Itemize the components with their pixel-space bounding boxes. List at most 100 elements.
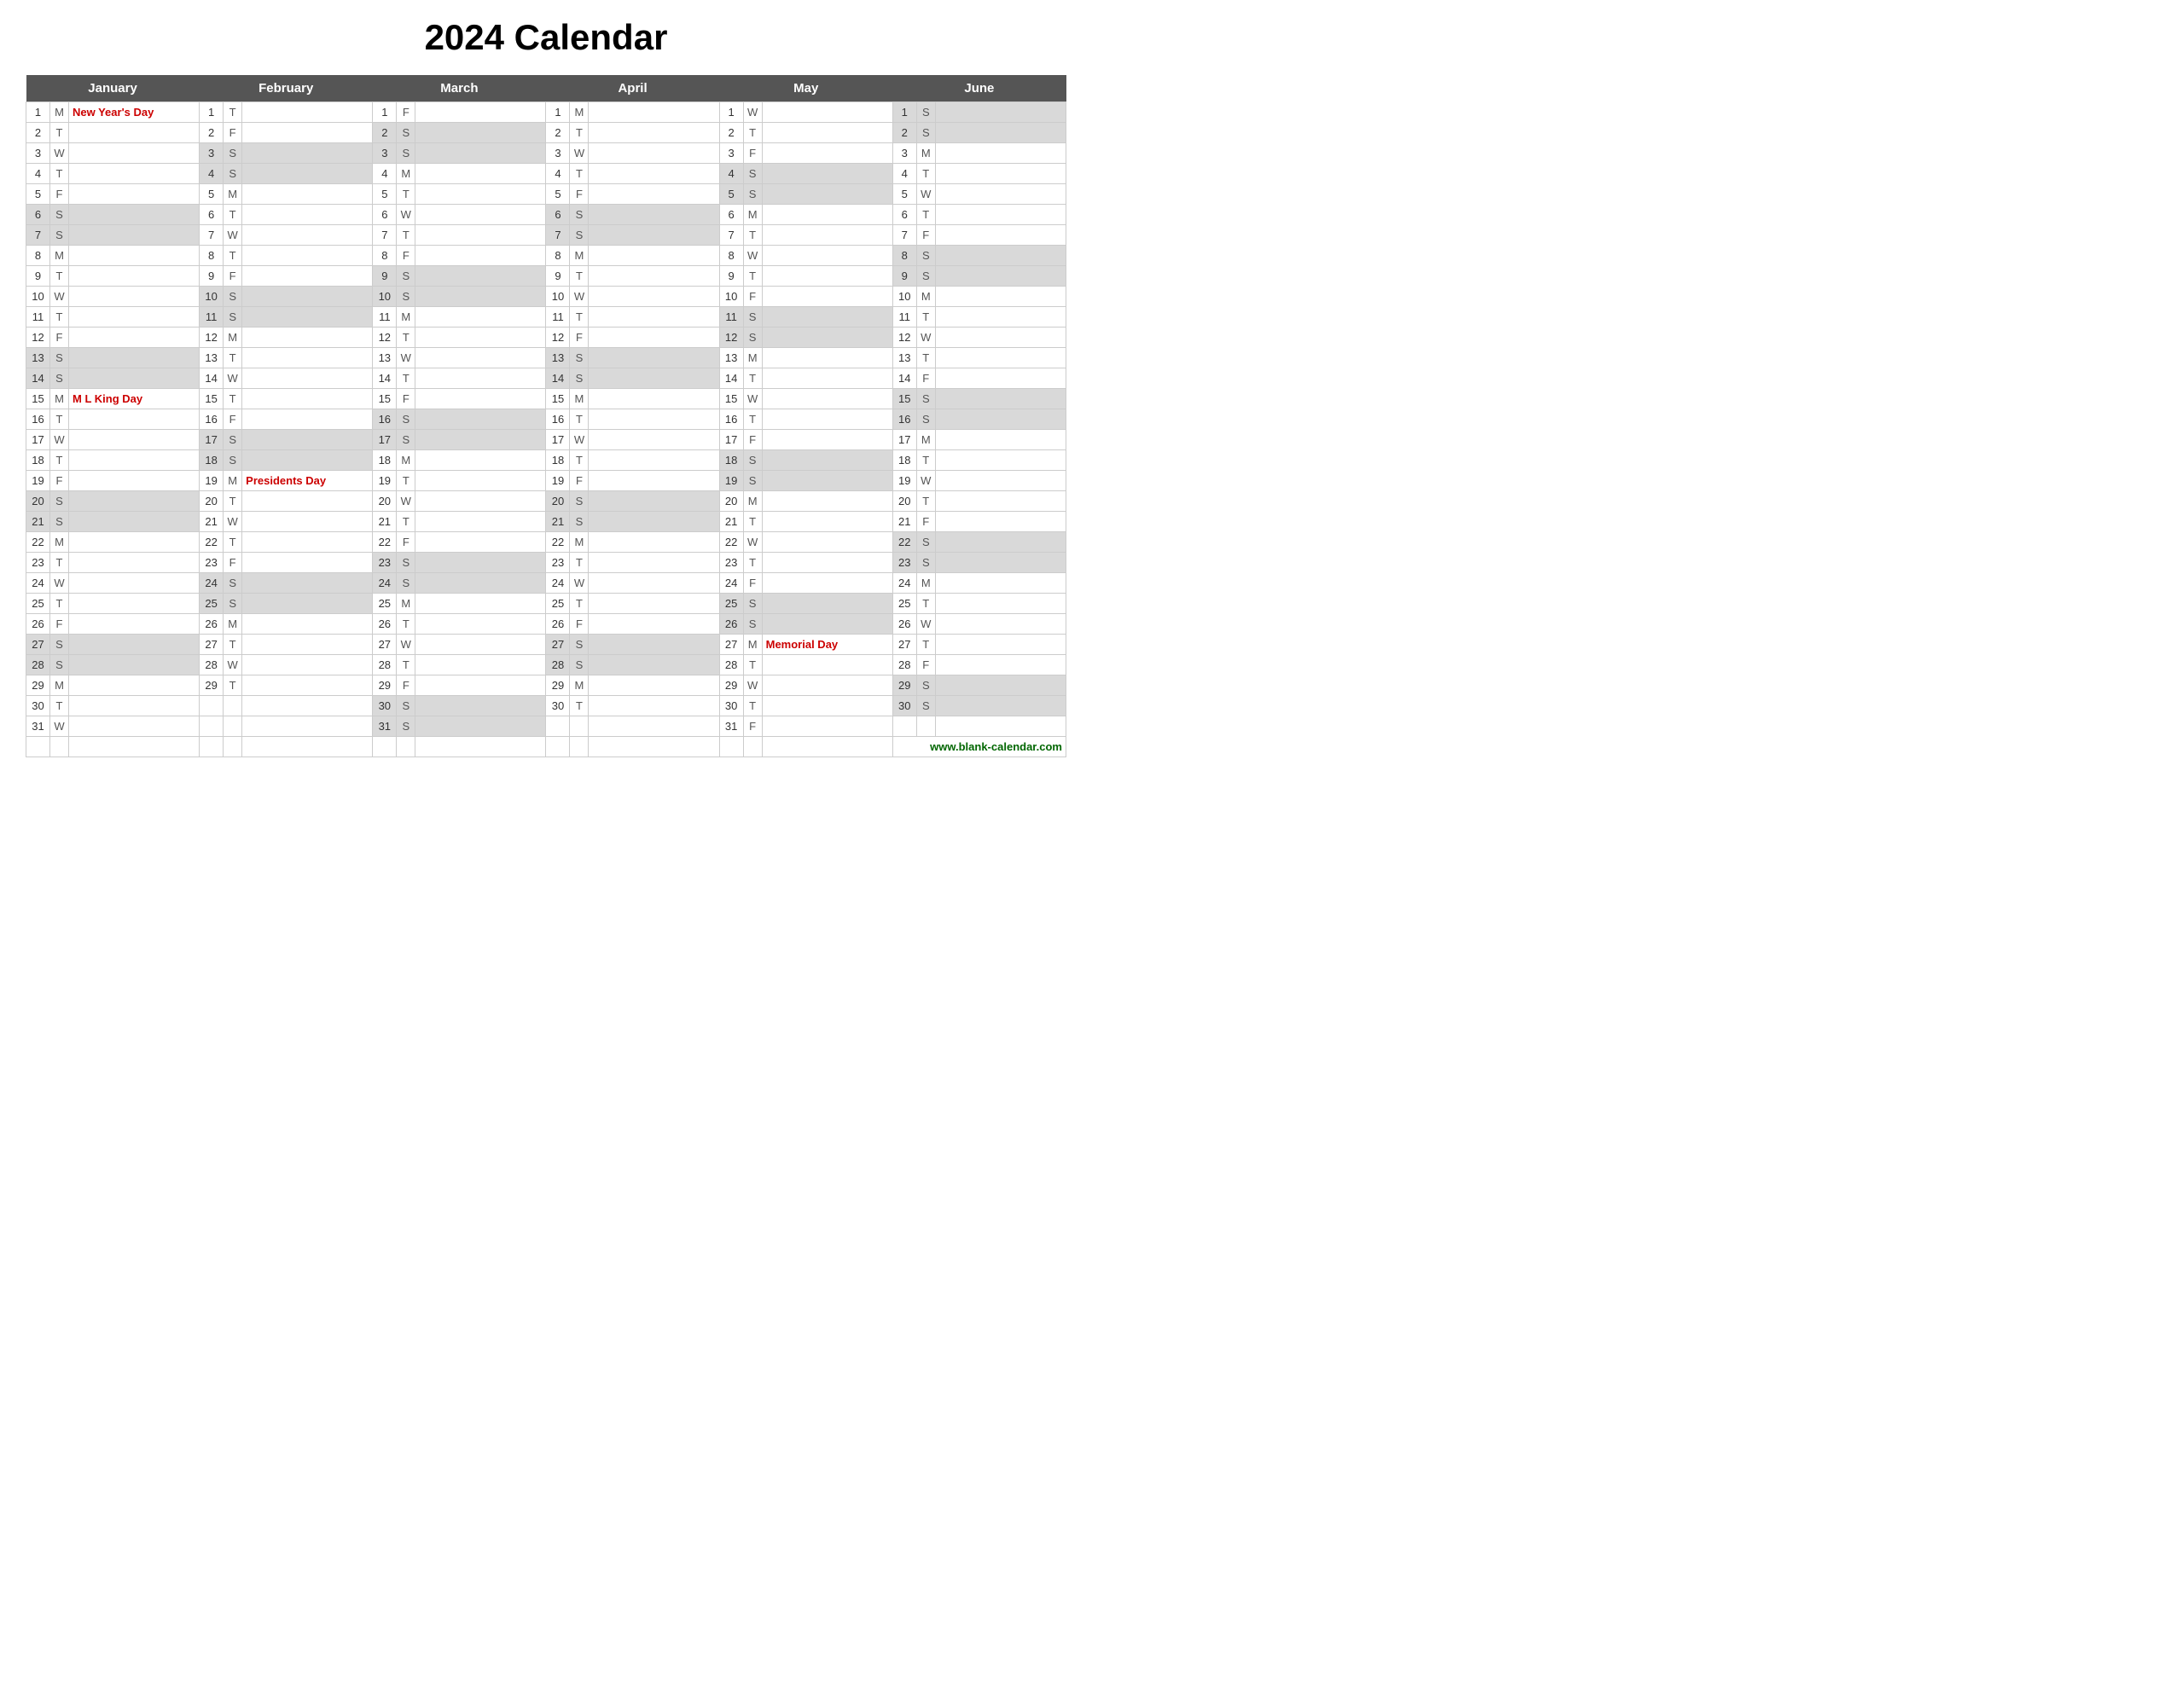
day-number: 24 bbox=[719, 573, 743, 594]
calendar-row: 15MM L King Day15T15F15M15W15S bbox=[26, 389, 1066, 409]
holiday-name bbox=[415, 675, 546, 696]
holiday-name bbox=[935, 123, 1066, 143]
holiday-name bbox=[589, 307, 719, 328]
day-of-week: M bbox=[743, 205, 762, 225]
holiday-name bbox=[415, 205, 546, 225]
day-of-week: S bbox=[50, 655, 69, 675]
day-number: 23 bbox=[546, 553, 570, 573]
holiday-name bbox=[935, 409, 1066, 430]
day-number: 6 bbox=[892, 205, 916, 225]
page-title: 2024 Calendar bbox=[26, 17, 1066, 58]
holiday-name bbox=[935, 450, 1066, 471]
day-number: 9 bbox=[719, 266, 743, 287]
holiday-name bbox=[762, 389, 892, 409]
day-of-week: S bbox=[570, 655, 589, 675]
day-of-week: F bbox=[397, 102, 415, 123]
day-of-week: T bbox=[743, 553, 762, 573]
day-of-week: M bbox=[743, 348, 762, 368]
day-number: 23 bbox=[719, 553, 743, 573]
day-of-week: M bbox=[916, 573, 935, 594]
day-of-week: S bbox=[50, 225, 69, 246]
holiday-name bbox=[69, 430, 200, 450]
calendar-row: 4T4S4M4T4S4T bbox=[26, 164, 1066, 184]
day-number: 12 bbox=[546, 328, 570, 348]
holiday-name: Memorial Day bbox=[762, 635, 892, 655]
holiday-name bbox=[762, 450, 892, 471]
holiday-name bbox=[415, 266, 546, 287]
day-number: 19 bbox=[26, 471, 50, 491]
day-number: 12 bbox=[892, 328, 916, 348]
day-number: 17 bbox=[546, 430, 570, 450]
day-number: 22 bbox=[373, 532, 397, 553]
empty-cell bbox=[762, 737, 892, 757]
holiday-name bbox=[762, 716, 892, 737]
day-number: 21 bbox=[546, 512, 570, 532]
day-of-week: S bbox=[397, 266, 415, 287]
day-number: 1 bbox=[373, 102, 397, 123]
holiday-name bbox=[762, 102, 892, 123]
day-number: 15 bbox=[546, 389, 570, 409]
holiday-name bbox=[242, 287, 373, 307]
holiday-name bbox=[242, 655, 373, 675]
holiday-name bbox=[69, 266, 200, 287]
day-number: 9 bbox=[26, 266, 50, 287]
empty-day-num bbox=[200, 696, 224, 716]
day-number: 8 bbox=[200, 246, 224, 266]
holiday-name bbox=[589, 348, 719, 368]
day-of-week: W bbox=[570, 430, 589, 450]
holiday-name bbox=[69, 143, 200, 164]
day-number: 19 bbox=[373, 471, 397, 491]
website-cell[interactable]: www.blank-calendar.com bbox=[892, 737, 1066, 757]
day-number: 4 bbox=[26, 164, 50, 184]
day-number: 4 bbox=[719, 164, 743, 184]
holiday-name bbox=[415, 225, 546, 246]
website-row: www.blank-calendar.com bbox=[26, 737, 1066, 757]
day-number: 1 bbox=[719, 102, 743, 123]
holiday-name bbox=[69, 246, 200, 266]
holiday-name bbox=[762, 225, 892, 246]
day-of-week: F bbox=[397, 246, 415, 266]
day-number: 27 bbox=[373, 635, 397, 655]
day-of-week: M bbox=[50, 532, 69, 553]
holiday-name: Presidents Day bbox=[242, 471, 373, 491]
day-number: 27 bbox=[26, 635, 50, 655]
day-of-week: F bbox=[916, 655, 935, 675]
day-of-week: S bbox=[916, 389, 935, 409]
day-number: 13 bbox=[719, 348, 743, 368]
holiday-name bbox=[69, 491, 200, 512]
month-header-june: June bbox=[892, 75, 1066, 102]
day-of-week: S bbox=[570, 348, 589, 368]
empty-cell bbox=[373, 737, 397, 757]
day-number: 29 bbox=[26, 675, 50, 696]
day-of-week: T bbox=[397, 655, 415, 675]
day-number: 18 bbox=[719, 450, 743, 471]
day-of-week: F bbox=[916, 225, 935, 246]
day-of-week: T bbox=[916, 450, 935, 471]
day-number: 13 bbox=[26, 348, 50, 368]
holiday-name bbox=[69, 614, 200, 635]
day-number: 14 bbox=[892, 368, 916, 389]
day-number: 13 bbox=[892, 348, 916, 368]
day-of-week: W bbox=[224, 225, 242, 246]
day-of-week: M bbox=[224, 471, 242, 491]
day-number: 20 bbox=[373, 491, 397, 512]
holiday-name: New Year's Day bbox=[69, 102, 200, 123]
empty-cell bbox=[719, 737, 743, 757]
day-of-week: F bbox=[570, 614, 589, 635]
day-number: 3 bbox=[26, 143, 50, 164]
day-number: 18 bbox=[892, 450, 916, 471]
day-of-week: F bbox=[397, 532, 415, 553]
holiday-name bbox=[762, 287, 892, 307]
holiday-name bbox=[415, 430, 546, 450]
day-of-week: T bbox=[224, 246, 242, 266]
day-number: 11 bbox=[719, 307, 743, 328]
day-number: 8 bbox=[719, 246, 743, 266]
day-number: 15 bbox=[719, 389, 743, 409]
day-of-week: M bbox=[397, 450, 415, 471]
day-number: 22 bbox=[200, 532, 224, 553]
day-number: 3 bbox=[719, 143, 743, 164]
day-of-week: W bbox=[397, 205, 415, 225]
calendar-row: 31W31S31F bbox=[26, 716, 1066, 737]
holiday-name bbox=[589, 225, 719, 246]
day-of-week: W bbox=[916, 184, 935, 205]
